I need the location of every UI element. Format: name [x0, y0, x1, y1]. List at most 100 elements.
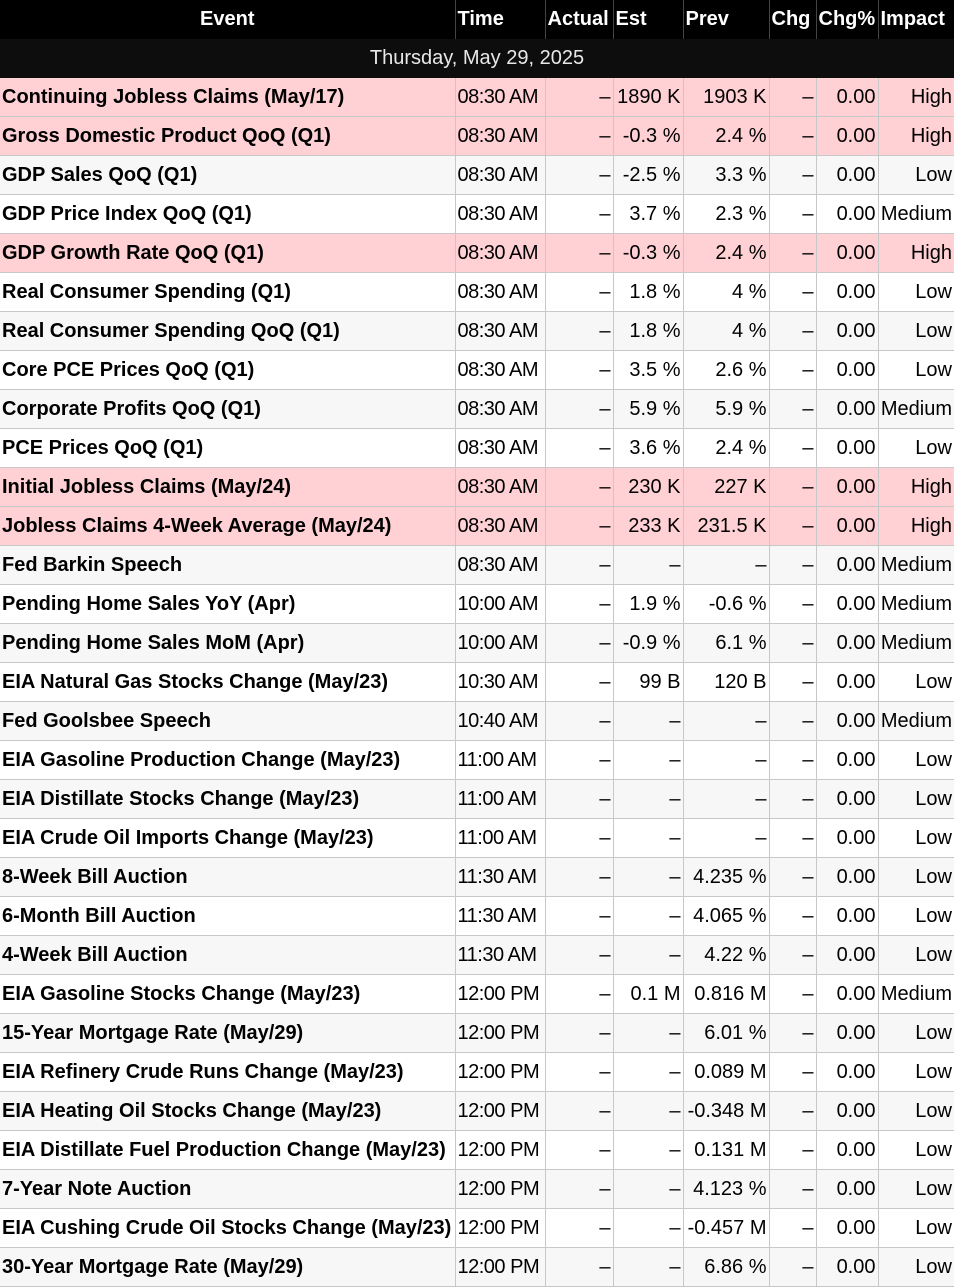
column-header-chg[interactable]: Chg: [769, 0, 817, 39]
table-row[interactable]: Fed Goolsbee Speech 10:40 AM – – – –0.00 Mediu…: [0, 701, 954, 741]
event-name-cell[interactable]: Fed Goolsbee Speech: [0, 701, 456, 741]
table-row[interactable]: PCE Prices QoQ (Q1) 08:30 AM –3.6 % 2.4 % –0…: [0, 428, 954, 468]
previous-cell: –: [683, 779, 770, 819]
event-name-cell[interactable]: Real Consumer Spending QoQ (Q1): [0, 311, 456, 351]
event-name-cell[interactable]: Fed Barkin Speech: [0, 545, 456, 585]
table-row[interactable]: Pending Home Sales YoY (Apr) 10:00 AM –1.9…: [0, 584, 954, 624]
table-row[interactable]: EIA Natural Gas Stocks Change (May/23) 10…: [0, 662, 954, 702]
change-cell: –: [769, 1130, 817, 1170]
event-name-cell[interactable]: EIA Gasoline Stocks Change (May/23): [0, 974, 456, 1014]
event-name-cell[interactable]: 30-Year Mortgage Rate (May/29): [0, 1247, 456, 1287]
table-row[interactable]: EIA Refinery Crude Runs Change (May/23) 1…: [0, 1052, 954, 1092]
impact-cell: Medium: [878, 389, 954, 429]
table-row[interactable]: Real Consumer Spending QoQ (Q1) 08:30 AM –…: [0, 311, 954, 351]
event-name-cell[interactable]: 15-Year Mortgage Rate (May/29): [0, 1013, 456, 1053]
table-row[interactable]: 4-Week Bill Auction 11:30 AM – –4.22 % –0.00…: [0, 935, 954, 975]
event-name-cell[interactable]: EIA Refinery Crude Runs Change (May/23): [0, 1052, 456, 1092]
table-row[interactable]: Initial Jobless Claims (May/24) 08:30 AM –…: [0, 467, 954, 507]
table-row[interactable]: EIA Distillate Stocks Change (May/23) 11:…: [0, 779, 954, 819]
previous-cell: 4.22 %: [683, 935, 770, 975]
change-cell: –: [769, 662, 817, 702]
time-cell: 12:00 PM: [455, 1208, 546, 1248]
column-header-chg-pct[interactable]: Chg%: [816, 0, 879, 39]
column-header-prev[interactable]: Prev: [683, 0, 770, 39]
event-name-cell[interactable]: EIA Cushing Crude Oil Stocks Change (May…: [0, 1208, 456, 1248]
change-cell: –: [769, 1169, 817, 1209]
event-name-cell[interactable]: 6-Month Bill Auction: [0, 896, 456, 936]
change-percent-cell: 0.00: [816, 974, 879, 1014]
table-row[interactable]: EIA Heating Oil Stocks Change (May/23) 12…: [0, 1091, 954, 1131]
event-name-cell[interactable]: EIA Crude Oil Imports Change (May/23): [0, 818, 456, 858]
column-header-est[interactable]: Est: [613, 0, 684, 39]
actual-cell: –: [545, 662, 614, 702]
table-row[interactable]: Continuing Jobless Claims (May/17) 08:30 …: [0, 78, 954, 117]
event-name-cell[interactable]: EIA Distillate Fuel Production Change (M…: [0, 1130, 456, 1170]
table-row[interactable]: Real Consumer Spending (Q1) 08:30 AM –1.8 …: [0, 272, 954, 312]
table-row[interactable]: EIA Gasoline Production Change (May/23) 1…: [0, 740, 954, 780]
change-cell: –: [769, 623, 817, 663]
event-name-cell[interactable]: GDP Price Index QoQ (Q1): [0, 194, 456, 234]
impact-cell: High: [878, 233, 954, 273]
event-name-cell[interactable]: GDP Growth Rate QoQ (Q1): [0, 233, 456, 273]
event-name-cell[interactable]: Pending Home Sales MoM (Apr): [0, 623, 456, 663]
event-name-cell[interactable]: GDP Sales QoQ (Q1): [0, 155, 456, 195]
actual-cell: –: [545, 740, 614, 780]
time-cell: 08:30 AM: [455, 155, 546, 195]
table-row[interactable]: 15-Year Mortgage Rate (May/29) 12:00 PM – –…: [0, 1013, 954, 1053]
column-header-impact[interactable]: Impact: [878, 0, 954, 39]
previous-cell: 227 K: [683, 467, 770, 507]
table-row[interactable]: EIA Distillate Fuel Production Change (M…: [0, 1130, 954, 1170]
actual-cell: –: [545, 1091, 614, 1131]
previous-cell: -0.6 %: [683, 584, 770, 624]
time-cell: 11:00 AM: [455, 779, 546, 819]
event-name-cell[interactable]: 8-Week Bill Auction: [0, 857, 456, 897]
event-name-cell[interactable]: PCE Prices QoQ (Q1): [0, 428, 456, 468]
event-name-cell[interactable]: 7-Year Note Auction: [0, 1169, 456, 1209]
event-name-cell[interactable]: 4-Week Bill Auction: [0, 935, 456, 975]
table-row[interactable]: Gross Domestic Product QoQ (Q1) 08:30 AM –…: [0, 116, 954, 156]
table-row[interactable]: EIA Crude Oil Imports Change (May/23) 11:…: [0, 818, 954, 858]
estimate-cell: –: [613, 701, 684, 741]
table-row[interactable]: Jobless Claims 4-Week Average (May/24) 08…: [0, 506, 954, 546]
previous-cell: –: [683, 818, 770, 858]
event-name-cell[interactable]: Gross Domestic Product QoQ (Q1): [0, 116, 456, 156]
event-name-cell[interactable]: EIA Gasoline Production Change (May/23): [0, 740, 456, 780]
event-name-cell[interactable]: Core PCE Prices QoQ (Q1): [0, 350, 456, 390]
event-name-cell[interactable]: Corporate Profits QoQ (Q1): [0, 389, 456, 429]
time-cell: 08:30 AM: [455, 311, 546, 351]
actual-cell: –: [545, 311, 614, 351]
time-cell: 08:30 AM: [455, 233, 546, 273]
change-cell: –: [769, 194, 817, 234]
actual-cell: –: [545, 1052, 614, 1092]
table-row[interactable]: GDP Price Index QoQ (Q1) 08:30 AM –3.7 % 2.…: [0, 194, 954, 234]
table-row[interactable]: 8-Week Bill Auction 11:30 AM – –4.235 % –0.0…: [0, 857, 954, 897]
event-name-cell[interactable]: EIA Natural Gas Stocks Change (May/23): [0, 662, 456, 702]
table-row[interactable]: EIA Gasoline Stocks Change (May/23) 12:00…: [0, 974, 954, 1014]
change-cell: –: [769, 1013, 817, 1053]
table-row[interactable]: 30-Year Mortgage Rate (May/29) 12:00 PM – –…: [0, 1247, 954, 1287]
table-row[interactable]: EIA Cushing Crude Oil Stocks Change (May…: [0, 1208, 954, 1248]
column-header-actual[interactable]: Actual: [545, 0, 614, 39]
impact-cell: Low: [878, 1091, 954, 1131]
event-name-cell[interactable]: Initial Jobless Claims (May/24): [0, 467, 456, 507]
table-row[interactable]: GDP Growth Rate QoQ (Q1) 08:30 AM – -0.3 % 2…: [0, 233, 954, 273]
table-row[interactable]: GDP Sales QoQ (Q1) 08:30 AM – -2.5 % 3.3 % –0…: [0, 155, 954, 195]
table-row[interactable]: 7-Year Note Auction 12:00 PM – –4.123 % –0.0…: [0, 1169, 954, 1209]
column-header-event[interactable]: Event: [0, 0, 456, 39]
event-name-cell[interactable]: EIA Heating Oil Stocks Change (May/23): [0, 1091, 456, 1131]
actual-cell: –: [545, 1130, 614, 1170]
change-cell: –: [769, 740, 817, 780]
table-row[interactable]: Pending Home Sales MoM (Apr) 10:00 AM – -0.…: [0, 623, 954, 663]
table-row[interactable]: Fed Barkin Speech 08:30 AM – – – –0.00 Medium: [0, 545, 954, 585]
change-cell: –: [769, 584, 817, 624]
table-row[interactable]: Core PCE Prices QoQ (Q1) 08:30 AM –3.5 % 2.…: [0, 350, 954, 390]
event-name-cell[interactable]: Pending Home Sales YoY (Apr): [0, 584, 456, 624]
event-name-cell[interactable]: Continuing Jobless Claims (May/17): [0, 78, 456, 117]
table-row[interactable]: 6-Month Bill Auction 11:30 AM – –4.065 % –0.…: [0, 896, 954, 936]
event-name-cell[interactable]: EIA Distillate Stocks Change (May/23): [0, 779, 456, 819]
table-row[interactable]: Corporate Profits QoQ (Q1) 08:30 AM –5.9 %…: [0, 389, 954, 429]
column-header-time[interactable]: Time: [455, 0, 546, 39]
event-name-cell[interactable]: Jobless Claims 4-Week Average (May/24): [0, 506, 456, 546]
event-name-cell[interactable]: Real Consumer Spending (Q1): [0, 272, 456, 312]
change-cell: –: [769, 935, 817, 975]
